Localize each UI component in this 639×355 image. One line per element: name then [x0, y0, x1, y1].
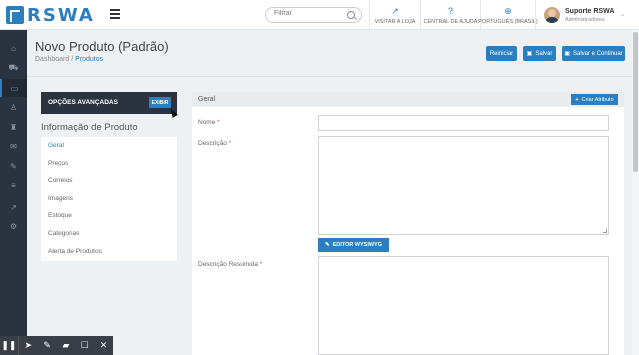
product-info-item-alerts[interactable]: Alerta de Produtos	[41, 243, 177, 261]
create-attribute-button[interactable]: + Criar Atributo	[571, 94, 618, 105]
required-mark: *	[228, 140, 232, 147]
topnav-help-center-label: CENTRAL DE AJUDA	[423, 18, 478, 25]
product-info-list: Geral Preços Correios Imagens Estoque Ca…	[41, 137, 177, 261]
reset-button[interactable]: Reiniciar	[486, 46, 517, 61]
sidebar: ⌂ ⛟ ▭ ♙ ♜ ✉ ✎ ≡ ↗ ⚙	[0, 30, 27, 355]
search-box[interactable]	[265, 7, 362, 23]
product-info-item-shipping[interactable]: Correios	[41, 172, 177, 190]
description-field[interactable]	[318, 136, 609, 235]
product-info-item-general[interactable]: Geral	[41, 137, 177, 155]
promotions-icon[interactable]: ♜	[0, 118, 27, 136]
page-scrollbar[interactable]	[632, 30, 639, 355]
rectangle-icon[interactable]: ☐	[75, 336, 94, 355]
short-description-label: Descrição Resumida *	[198, 261, 262, 268]
dashboard-icon[interactable]: ⌂	[0, 39, 27, 57]
save-button-label: Salvar	[535, 50, 553, 57]
breadcrumb-root[interactable]: Dashboard	[35, 56, 69, 63]
top-bar: RSWA ↗ VISITAR A LOJA ? CENTRAL DE AJUDA…	[0, 0, 639, 30]
globe-icon: ⊕	[504, 5, 512, 16]
scrollbar-thumb[interactable]	[633, 32, 638, 172]
edit-icon: ✎	[324, 242, 330, 248]
resize-handle-icon[interactable]	[603, 229, 607, 233]
logo-text: RSWA	[27, 4, 95, 26]
breadcrumb-separator: /	[71, 56, 74, 63]
page-title: Novo Produto (Padrão)	[35, 39, 169, 54]
required-mark: *	[259, 261, 263, 268]
topnav-visit-store[interactable]: ↗ VISITAR A LOJA	[369, 0, 420, 30]
card-header: Geral + Criar Atributo	[192, 92, 624, 107]
settings-icon[interactable]: ⚙	[0, 217, 27, 235]
save-button[interactable]: ▣ Salvar	[523, 46, 556, 61]
topnav-visit-store-label: VISITAR A LOJA	[374, 18, 416, 25]
breadcrumb-current[interactable]: Produtos	[75, 56, 103, 63]
list-icon[interactable]: ≡	[0, 176, 27, 194]
logo-mark-icon	[6, 6, 24, 24]
search-icon[interactable]	[347, 11, 355, 19]
pointer-icon[interactable]: ➤	[19, 336, 38, 355]
catalog-icon[interactable]: ▭	[0, 79, 27, 97]
description-label-text: Descrição	[198, 140, 227, 147]
pause-icon[interactable]: ❚❚	[0, 336, 19, 355]
advanced-options-box: OPÇÕES AVANÇADAS EXIBIR	[41, 92, 177, 114]
header-divider	[27, 76, 639, 77]
user-menu[interactable]: Suporte RSWA Administradores ⌄	[535, 0, 639, 30]
menu-toggle-icon[interactable]	[110, 9, 120, 19]
plus-icon: +	[575, 96, 579, 103]
close-icon[interactable]: ✕	[94, 336, 113, 355]
users-icon[interactable]: ♙	[0, 98, 27, 116]
name-field[interactable]	[318, 115, 609, 131]
short-description-label-text: Descrição Resumida	[198, 261, 258, 268]
mail-icon[interactable]: ✉	[0, 137, 27, 155]
pen-icon[interactable]: ✎	[38, 336, 57, 355]
wysiwyg-editor-label: EDITOR WYSIWYG	[332, 242, 382, 248]
logo[interactable]: RSWA	[6, 4, 95, 26]
user-role: Administradores	[565, 17, 605, 23]
section-title: Geral	[198, 96, 216, 103]
user-name: Suporte RSWA	[565, 8, 615, 15]
name-label: Nome *	[198, 119, 220, 126]
help-icon: ?	[447, 5, 453, 16]
required-mark: *	[217, 119, 220, 126]
wysiwyg-editor-button[interactable]: ✎ EDITOR WYSIWYG	[318, 238, 389, 252]
cart-icon[interactable]: ⛟	[0, 59, 27, 77]
description-label: Descrição *	[198, 140, 231, 147]
show-advanced-button[interactable]: EXIBIR	[149, 97, 171, 108]
short-description-field[interactable]	[318, 256, 609, 355]
product-info-item-categories[interactable]: Categorias	[41, 225, 177, 243]
topnav-language-label: PORTUGUÊS (BRASIL)	[478, 18, 538, 25]
reports-icon[interactable]: ↗	[0, 198, 27, 216]
product-info-item-prices[interactable]: Preços	[41, 155, 177, 173]
annotation-toolbar: ❚❚ ➤ ✎ ▰ ☐ ✕	[0, 336, 113, 355]
save-continue-button[interactable]: ▣ Salvar e Continuar	[562, 46, 625, 61]
highlighter-icon[interactable]: ▰	[57, 336, 76, 355]
product-info-item-images[interactable]: Imagens	[41, 190, 177, 208]
save-icon: ▣	[526, 51, 533, 57]
product-info-item-stock[interactable]: Estoque	[41, 207, 177, 225]
external-link-icon: ↗	[391, 5, 399, 16]
product-info-title: Informação de Produto	[41, 122, 138, 133]
topnav-help-center[interactable]: ? CENTRAL DE AJUDA	[420, 0, 480, 30]
general-form-card: Geral + Criar Atributo Nome * Descrição …	[192, 92, 624, 355]
name-label-text: Nome	[198, 119, 216, 126]
edit-icon[interactable]: ✎	[0, 157, 27, 175]
topnav-language[interactable]: ⊕ PORTUGUÊS (BRASIL)	[478, 0, 538, 30]
save-icon: ▣	[564, 51, 570, 57]
avatar	[544, 7, 560, 23]
advanced-options-label: OPÇÕES AVANÇADAS	[48, 99, 118, 106]
reset-button-label: Reiniciar	[489, 50, 514, 57]
breadcrumb: Dashboard / Produtos	[35, 56, 103, 63]
search-input[interactable]	[274, 10, 349, 17]
chevron-down-icon: ⌄	[620, 12, 626, 18]
create-attribute-label: Criar Atributo	[581, 96, 614, 103]
save-continue-button-label: Salvar e Continuar	[572, 50, 623, 57]
